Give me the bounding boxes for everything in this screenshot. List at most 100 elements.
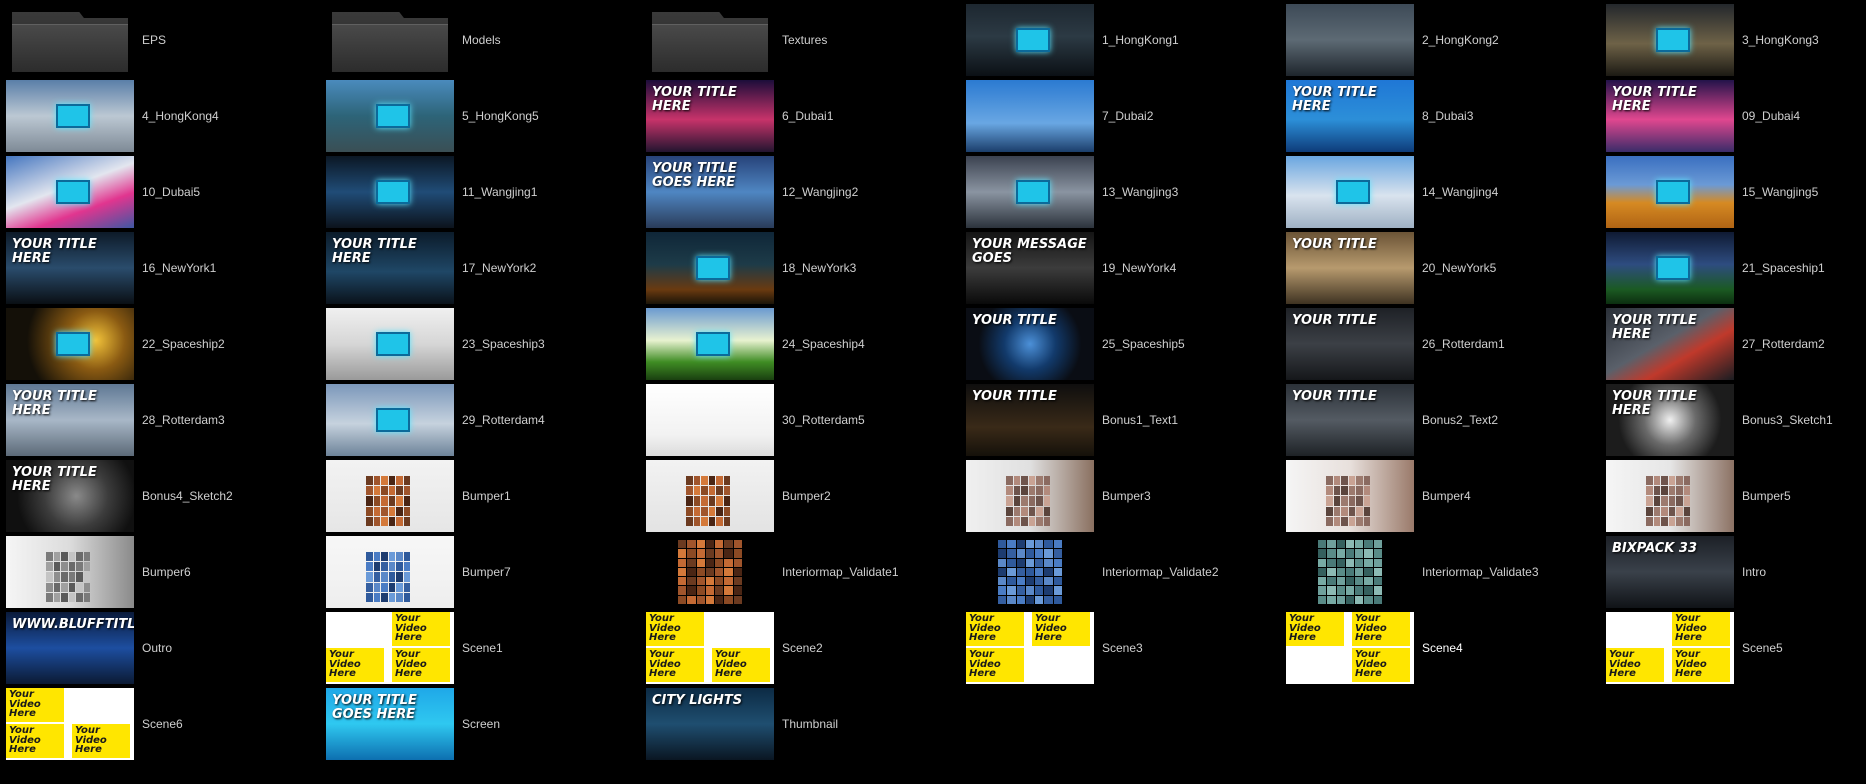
file-item[interactable]: Bumper2	[646, 458, 966, 534]
file-item[interactable]: YOUR TITLE HERE 16_NewYork1	[6, 230, 326, 306]
thumbnail-image: YOUR TITLE HERE	[1606, 308, 1734, 380]
file-item[interactable]: Your Video Here Your Video Here Your Video…	[6, 686, 326, 762]
file-item[interactable]: 4_HongKong4	[6, 78, 326, 154]
file-item[interactable]: 1_HongKong1	[966, 2, 1286, 78]
file-item[interactable]: YOUR TITLE GOES HERE Screen	[326, 686, 646, 762]
file-item[interactable]: Bumper3	[966, 458, 1286, 534]
file-item[interactable]: YOUR TITLE HERE 17_NewYork2	[326, 230, 646, 306]
video-placeholder-tile: Your Video Here	[712, 648, 770, 682]
thumbnail-image: YOUR TITLE	[1286, 384, 1414, 456]
file-item[interactable]: 10_Dubai5	[6, 154, 326, 230]
file-name-label: Textures	[782, 33, 828, 47]
file-name-label: 28_Rotterdam3	[142, 413, 225, 427]
file-item[interactable]: Interiormap_Validate2	[966, 534, 1286, 610]
thumbnail-image: YOUR TITLE	[1286, 308, 1414, 380]
file-item[interactable]: WWW.BLUFFTITLER.COM/BIXPACK Outro	[6, 610, 326, 686]
file-item[interactable]: 7_Dubai2	[966, 78, 1286, 154]
file-item[interactable]: 30_Rotterdam5	[646, 382, 966, 458]
thumbnail-image: YOUR MESSAGE GOES	[966, 232, 1094, 304]
file-item[interactable]: Bumper1	[326, 458, 646, 534]
file-item[interactable]: Interiormap_Validate1	[646, 534, 966, 610]
file-item[interactable]: YOUR TITLE 20_NewYork5	[1286, 230, 1606, 306]
file-name-label: 27_Rotterdam2	[1742, 337, 1825, 351]
file-name-label: Bonus4_Sketch2	[142, 489, 233, 503]
file-item[interactable]: Interiormap_Validate3	[1286, 534, 1606, 610]
file-item[interactable]: YOUR TITLE 26_Rotterdam1	[1286, 306, 1606, 382]
file-item[interactable]: YOUR TITLE HERE 09_Dubai4	[1606, 78, 1866, 154]
file-item[interactable]: 3_HongKong3	[1606, 2, 1866, 78]
file-item[interactable]: YOUR TITLE HERE 28_Rotterdam3	[6, 382, 326, 458]
file-name-label: 18_NewYork3	[782, 261, 857, 275]
file-item[interactable]: YOUR TITLE HERE 6_Dubai1	[646, 78, 966, 154]
file-item[interactable]: Your Video Here Your Video Here Your Video…	[966, 610, 1286, 686]
file-item[interactable]: 11_Wangjing1	[326, 154, 646, 230]
file-name-label: Scene2	[782, 641, 823, 655]
file-item[interactable]: Bumper4	[1286, 458, 1606, 534]
file-name-label: EPS	[142, 33, 167, 47]
file-item[interactable]: 13_Wangjing3	[966, 154, 1286, 230]
thumbnail-image: Your Video Here Your Video Here Your Video…	[646, 612, 774, 684]
file-item[interactable]: Your Video Here Your Video Here Your Video…	[1606, 610, 1866, 686]
file-item[interactable]: 14_Wangjing4	[1286, 154, 1606, 230]
thumbnail-image: YOUR TITLE HERE	[6, 232, 134, 304]
scene-caption: NEW YORK	[1290, 664, 1327, 671]
thumbnail-image: Your Video Here Your Video Here Your Video…	[1606, 612, 1734, 684]
file-item[interactable]: YOUR TITLE Bonus2_Text2	[1286, 382, 1606, 458]
file-item[interactable]: YOUR TITLE HERE Bonus4_Sketch2	[6, 458, 326, 534]
texture-tiles	[1318, 540, 1382, 604]
video-placeholder-tile: Your Video Here	[392, 612, 450, 646]
file-item[interactable]: YOUR TITLE 25_Spaceship5	[966, 306, 1286, 382]
screen-panel	[696, 256, 730, 280]
thumbnail-image: BIXPACK 33	[1606, 536, 1734, 608]
file-item[interactable]: 23_Spaceship3	[326, 306, 646, 382]
file-item[interactable]: YOUR MESSAGE GOES 19_NewYork4	[966, 230, 1286, 306]
file-item[interactable]: YOUR TITLE HERE Bonus3_Sketch1	[1606, 382, 1866, 458]
file-item[interactable]: 24_Spaceship4	[646, 306, 966, 382]
file-item[interactable]: 15_Wangjing5	[1606, 154, 1866, 230]
file-item[interactable]: 21_Spaceship1	[1606, 230, 1866, 306]
thumbnail-image	[326, 384, 454, 456]
thumbnail-title-text: WWW.BLUFFTITLER.COM/BIXPACK	[12, 617, 134, 632]
video-placeholder-tile: Your Video Here	[1352, 612, 1410, 646]
thumbnail-image: YOUR TITLE HERE	[1606, 80, 1734, 152]
screen-panel	[696, 332, 730, 356]
file-item[interactable]: BIXPACK 33 Intro	[1606, 534, 1866, 610]
file-item[interactable]: Bumper7	[326, 534, 646, 610]
folder-item[interactable]: Textures	[646, 2, 966, 78]
file-item[interactable]: YOUR TITLE HERE 27_Rotterdam2	[1606, 306, 1866, 382]
file-name-label: Interiormap_Validate2	[1102, 565, 1219, 579]
file-name-label: Scene3	[1102, 641, 1143, 655]
file-item[interactable]: Bumper5	[1606, 458, 1866, 534]
folder-item[interactable]: Models	[326, 2, 646, 78]
file-item[interactable]: Your Video Here Your Video Here Your Video…	[646, 610, 966, 686]
file-item[interactable]: Your Video Here Your Video Here Your Video…	[326, 610, 646, 686]
file-item[interactable]: YOUR TITLE GOES HERE 12_Wangjing2	[646, 154, 966, 230]
file-item[interactable]: CITY LIGHTS Thumbnail	[646, 686, 966, 762]
file-item[interactable]: 5_HongKong5	[326, 78, 646, 154]
thumbnail-title-text: YOUR TITLE	[1292, 313, 1377, 328]
file-name-label: Bumper5	[1742, 489, 1791, 503]
thumbnail-image	[6, 536, 134, 608]
file-name-label: Scene4	[1422, 641, 1463, 655]
file-item[interactable]: 18_NewYork3	[646, 230, 966, 306]
file-item[interactable]: Your Video Here Your Video Here Your Video…	[1286, 610, 1606, 686]
file-name-label: Bumper7	[462, 565, 511, 579]
thumbnail-title-text: YOUR TITLE GOES HERE	[332, 693, 417, 722]
file-item[interactable]: Bumper6	[6, 534, 326, 610]
screen-panel	[56, 104, 90, 128]
file-name-label: 11_Wangjing1	[462, 185, 538, 199]
thumbnail-image	[1286, 4, 1414, 76]
file-item[interactable]: YOUR TITLE Bonus1_Text1	[966, 382, 1286, 458]
file-item[interactable]: 22_Spaceship2	[6, 306, 326, 382]
folder-icon	[6, 4, 134, 76]
file-name-label: 16_NewYork1	[142, 261, 217, 275]
thumbnail-image	[966, 460, 1094, 532]
file-item[interactable]: 29_Rotterdam4	[326, 382, 646, 458]
video-placeholder-tile: Your Video Here	[6, 688, 64, 722]
folder-item[interactable]: EPS	[6, 2, 326, 78]
thumbnail-image	[1286, 460, 1414, 532]
file-item[interactable]: YOUR TITLE HERE 8_Dubai3	[1286, 78, 1606, 154]
texture-tiles	[998, 540, 1062, 604]
thumbnail-image	[326, 156, 454, 228]
file-item[interactable]: 2_HongKong2	[1286, 2, 1606, 78]
